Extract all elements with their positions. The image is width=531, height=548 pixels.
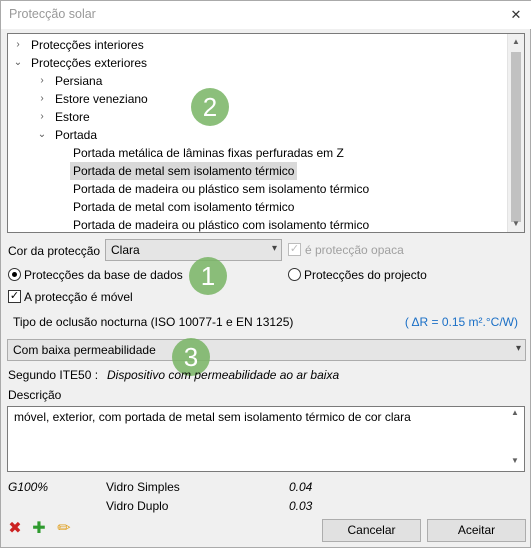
movable-checkbox[interactable]: ✓ (8, 290, 21, 303)
tree-item[interactable]: Portada metálica de lâminas fixas perfur… (8, 144, 506, 162)
chevron-down-icon[interactable]: ⌄ (36, 126, 48, 144)
database-radio[interactable] (8, 268, 21, 281)
tree-item-label: Portada de madeira ou plástico sem isola… (73, 182, 370, 196)
color-label: Cor da protecção (8, 244, 101, 258)
ite-label: Segundo ITE50 : (8, 368, 99, 382)
tree-item[interactable]: › Estore (8, 108, 506, 126)
tree-item-label: Portada de metal com isolamento térmico (73, 200, 295, 214)
title-bar: Protecção solar ✕ (1, 1, 531, 29)
tree-item-label: Portada (55, 128, 98, 142)
tree-item[interactable]: Portada de madeira ou plástico sem isola… (8, 180, 506, 198)
close-button[interactable]: ✕ (502, 1, 530, 29)
database-radio-label: Protecções da base de dados (24, 268, 183, 282)
movable-label: A protecção é móvel (24, 290, 133, 304)
tree-item[interactable]: › Estore veneziano (8, 90, 506, 108)
project-radio[interactable] (288, 268, 301, 281)
glazing-value: 0.04 (289, 480, 313, 494)
tree-item[interactable]: › Protecções interiores (8, 36, 506, 54)
permeability-select-value: Com baixa permeabilidade (13, 343, 156, 357)
chevron-down-icon[interactable]: ⌄ (12, 54, 24, 72)
accept-button[interactable]: Aceitar (427, 519, 526, 542)
tree-item[interactable]: Portada de madeira ou plástico com isola… (8, 216, 506, 232)
project-radio-label: Protecções do projecto (304, 268, 427, 282)
description-textarea[interactable]: móvel, exterior, com portada de metal se… (7, 406, 525, 472)
tree-item-label: Portada de madeira ou plástico com isola… (73, 218, 370, 232)
chevron-right-icon[interactable]: › (36, 72, 48, 90)
callout-badge-1: 1 (189, 257, 227, 295)
chevron-down-icon: ▾ (515, 343, 521, 354)
chevron-right-icon[interactable]: › (36, 90, 48, 108)
tree-item-label: Persiana (55, 74, 103, 88)
color-select[interactable]: Clara ▾ (105, 239, 282, 261)
tree-item[interactable]: ⌄ Portada (8, 126, 506, 144)
delete-icon[interactable]: ✖ (6, 520, 24, 538)
glazing-name: Vidro Duplo (106, 499, 169, 513)
description-label: Descrição (8, 388, 62, 402)
occlusion-label: Tipo de oclusão nocturna (ISO 10077-1 e … (13, 315, 294, 329)
scroll-up-icon[interactable]: ▲ (508, 408, 522, 422)
tree-item[interactable]: › Persiana (8, 72, 506, 90)
tree-item[interactable]: Portada de metal com isolamento térmico (8, 198, 506, 216)
callout-badge-2: 2 (191, 88, 229, 126)
tree-item[interactable]: ⌄ Protecções exteriores (8, 54, 506, 72)
glazing-name: Vidro Simples (106, 480, 180, 494)
opaque-label: é protecção opaca (305, 243, 404, 257)
tree-item-label: Estore veneziano (55, 92, 148, 106)
tree-item-label: Protecções interiores (31, 38, 144, 52)
scroll-thumb[interactable] (511, 52, 521, 222)
ite-value: Dispositivo com permeabilidade ao ar bai… (107, 368, 340, 382)
tree-item[interactable]: Portada de metal sem isolamento térmico (8, 162, 506, 180)
delta-r-value: ( ΔR = 0.15 m².°C/W) (404, 315, 518, 329)
opaque-checkbox[interactable]: ✓ (288, 243, 301, 256)
chevron-down-icon: ▾ (271, 243, 277, 254)
permeability-select[interactable]: Com baixa permeabilidade ▾ (7, 339, 526, 361)
tree-item-label: Estore (55, 110, 90, 124)
glazing-value: 0.03 (289, 499, 313, 513)
protection-tree[interactable]: ▲ ▼ › Protecções interiores ⌄ Protecções ex… (7, 33, 525, 233)
dialog-window: Protecção solar ✕ ▲ ▼ › Protecções interi… (0, 0, 531, 548)
scroll-up-icon[interactable]: ▲ (508, 34, 524, 50)
scroll-down-icon[interactable]: ▼ (508, 216, 524, 232)
scroll-down-icon[interactable]: ▼ (508, 456, 522, 470)
edit-pencil-icon[interactable]: ✏ (55, 520, 73, 538)
tree-item-label: Protecções exteriores (31, 56, 148, 70)
window-title: Protecção solar (9, 7, 96, 21)
chevron-right-icon[interactable]: › (12, 36, 24, 54)
add-icon[interactable]: ✚ (30, 520, 48, 538)
description-text: móvel, exterior, com portada de metal se… (14, 410, 411, 424)
cancel-button[interactable]: Cancelar (322, 519, 421, 542)
tree-item-label: Portada de metal sem isolamento térmico (70, 162, 298, 180)
color-select-value: Clara (111, 243, 140, 257)
chevron-right-icon[interactable]: › (36, 108, 48, 126)
tree-scrollbar[interactable]: ▲ ▼ (507, 34, 524, 232)
g100-label: G100% (8, 480, 49, 494)
tree-item-label: Portada metálica de lâminas fixas perfur… (73, 146, 344, 160)
